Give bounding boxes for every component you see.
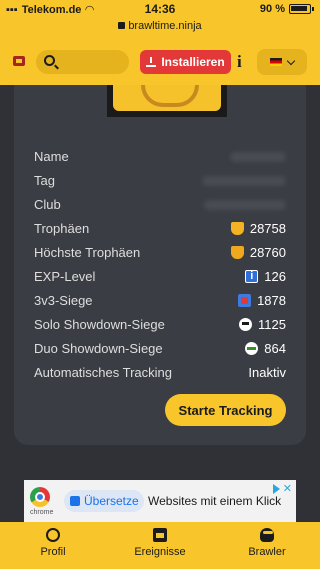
redacted-value — [204, 200, 286, 210]
stat-label: Name — [34, 149, 69, 164]
stat-value-text: 28760 — [249, 245, 286, 260]
install-button[interactable]: Installieren — [140, 50, 231, 74]
skull-icon — [239, 318, 253, 331]
download-icon — [146, 57, 157, 67]
adchoices-icon[interactable] — [272, 483, 280, 494]
3v3-icon — [238, 294, 252, 307]
stat-row-exp-level: EXP-Level 126 — [34, 266, 286, 290]
translate-pill: Übersetze — [64, 490, 144, 512]
ad-choices[interactable]: ✕ — [272, 482, 292, 495]
trophy-icon — [230, 222, 244, 235]
stat-value-text: 126 — [264, 269, 286, 284]
avatar-icon — [113, 85, 221, 111]
install-label: Installieren — [161, 55, 225, 69]
nav-events[interactable]: Ereignisse — [115, 528, 205, 558]
stat-row-highest-trophies: Höchste Trophäen 28760 — [34, 242, 286, 266]
chrome-label: chrome — [30, 509, 54, 516]
duo-showdown-icon — [245, 342, 259, 355]
nav-profile[interactable]: Profil — [8, 528, 98, 558]
stat-value: 126 — [245, 269, 286, 284]
battery-percent: 90 % — [259, 3, 285, 15]
redacted-value — [202, 176, 286, 186]
chrome-icon — [30, 487, 50, 507]
address-bar[interactable]: brawltime.ninja — [0, 20, 320, 32]
close-icon[interactable]: ✕ — [283, 482, 292, 495]
redacted-value — [230, 152, 286, 162]
stat-value-text: 864 — [264, 341, 286, 356]
language-select[interactable] — [257, 49, 307, 75]
stat-value-text: 1125 — [258, 317, 286, 332]
search-icon — [44, 55, 55, 66]
stat-label: Trophäen — [34, 221, 90, 236]
stat-row-name: Name — [34, 146, 286, 170]
stat-row-auto-tracking: Automatisches Tracking Inaktiv — [34, 362, 286, 386]
ad-text: Websites mit einem Klick — [148, 494, 282, 508]
url-text: brawltime.ninja — [128, 20, 202, 32]
stat-label: Tag — [34, 173, 55, 188]
stat-row-trophies: Trophäen 28758 — [34, 218, 286, 242]
trophy-icon — [230, 246, 244, 259]
app-header: Installieren i — [0, 40, 320, 85]
translate-icon — [70, 496, 80, 506]
brawltime-logo-icon[interactable] — [13, 56, 25, 66]
stat-row-club: Club — [34, 194, 286, 218]
german-flag-icon — [270, 58, 282, 66]
stat-label: Automatisches Tracking — [34, 365, 173, 380]
level-icon — [245, 270, 259, 283]
stat-value-text: 28758 — [249, 221, 286, 236]
info-icon[interactable]: i — [237, 52, 242, 72]
tracking-status: Inaktiv — [248, 365, 286, 380]
start-tracking-button[interactable]: Starte Tracking — [165, 394, 286, 426]
nav-profile-label: Profil — [40, 546, 66, 558]
stat-label: Club — [34, 197, 61, 212]
stat-value: 864 — [245, 341, 286, 356]
stat-row-solo-showdown-wins: Solo Showdown-Siege 1125 — [34, 314, 286, 338]
stat-value-text: 1878 — [257, 293, 286, 308]
search-icon — [46, 528, 60, 542]
bottom-nav: Profil Ereignisse Brawler — [0, 522, 320, 569]
stat-value: 28758 — [230, 221, 286, 236]
chevron-down-icon — [286, 56, 296, 65]
nav-events-label: Ereignisse — [134, 546, 186, 558]
stat-row-tag: Tag — [34, 170, 286, 194]
lock-icon — [118, 22, 126, 29]
nav-brawler-label: Brawler — [248, 546, 286, 558]
stat-value: 1125 — [239, 317, 286, 332]
mask-icon — [260, 528, 274, 542]
battery-cap — [312, 7, 314, 11]
battery-info: 90 % — [260, 3, 314, 15]
stat-value: 1878 — [238, 293, 286, 308]
nav-brawler[interactable]: Brawler — [222, 528, 312, 558]
stat-row-3v3-wins: 3v3-Siege 1878 — [34, 290, 286, 314]
stat-label: Solo Showdown-Siege — [34, 317, 165, 332]
player-card: Name Tag Club Trophäen 28758 Höchste Tro… — [14, 85, 306, 445]
player-avatar — [107, 85, 227, 117]
search-input[interactable] — [36, 50, 129, 74]
stat-label: Duo Showdown-Siege — [34, 341, 163, 356]
translate-label: Übersetze — [84, 494, 139, 508]
stat-value: 28760 — [230, 245, 286, 260]
stats-list: Name Tag Club Trophäen 28758 Höchste Tro… — [34, 146, 286, 386]
stat-label: EXP-Level — [34, 269, 96, 284]
status-bar: ▪▪▪ Telekom.de ◠ 14:36 90 % brawltime.ni… — [0, 0, 320, 40]
calendar-icon — [153, 528, 167, 542]
stat-label: 3v3-Siege — [34, 293, 93, 308]
stat-row-duo-showdown-wins: Duo Showdown-Siege 864 — [34, 338, 286, 362]
battery-icon — [289, 4, 311, 14]
stat-label: Höchste Trophäen — [34, 245, 141, 260]
ad-banner[interactable]: chrome Übersetze Websites mit einem Klic… — [24, 480, 296, 522]
